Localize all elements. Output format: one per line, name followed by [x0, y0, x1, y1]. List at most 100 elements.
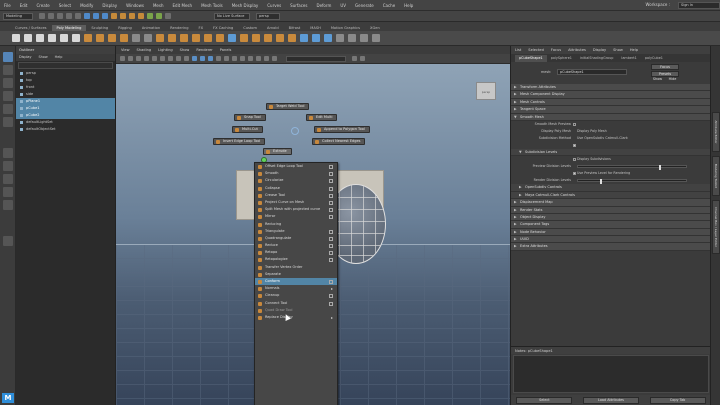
menu-item-replace-display[interactable]: Replace Display ▸	[255, 314, 337, 321]
menu-file[interactable]: File	[4, 3, 11, 8]
uv-editor-icon[interactable]	[300, 34, 308, 42]
ae-tab-polysphere1[interactable]: polySphere1	[547, 55, 576, 62]
option-box-icon[interactable]	[329, 229, 333, 234]
zoom-icon[interactable]	[3, 236, 13, 246]
ae-section-tangent-space[interactable]: ▶ Tangent Space	[511, 106, 710, 114]
menu-item-retopologize[interactable]: Retopologize	[255, 256, 337, 263]
mm-southwest[interactable]: Insert Edge Loop Tool	[213, 138, 266, 145]
menu-mesh-display[interactable]: Mesh Display	[232, 3, 259, 8]
poly-disc-icon[interactable]	[84, 34, 92, 42]
bevel-icon[interactable]	[216, 34, 224, 42]
poly-cylinder-icon[interactable]	[36, 34, 44, 42]
menu-display[interactable]: Display	[102, 3, 117, 8]
lasso-tool-icon[interactable]	[3, 65, 13, 75]
menu-edit[interactable]: Edit	[20, 3, 28, 8]
redo-icon[interactable]	[75, 13, 81, 19]
view-cube[interactable]: persp	[476, 82, 496, 100]
ae-section-opensubdiv-controls[interactable]: ▶ OpenSubdiv Controls	[511, 184, 710, 192]
outliner-item[interactable]: top	[16, 77, 115, 84]
separate-icon[interactable]	[144, 34, 152, 42]
select-object-icon[interactable]	[93, 13, 99, 19]
ae-section-subdivision-levels[interactable]: ▼ Subdivision Levels	[511, 148, 710, 157]
option-box-icon[interactable]	[329, 186, 333, 191]
menu-curves[interactable]: Curves	[267, 3, 281, 8]
ae-section-render-stats[interactable]: ▶ Render Stats	[511, 206, 710, 214]
move-tool-icon[interactable]	[3, 91, 13, 101]
ae-menu-show[interactable]: Show	[613, 48, 623, 52]
mm-north[interactable]: Target Weld Tool	[266, 103, 310, 110]
ae-checkbox[interactable]	[573, 172, 576, 176]
option-box-icon[interactable]	[329, 301, 333, 306]
anti-aliasing-icon[interactable]	[256, 56, 261, 61]
ae-checkbox[interactable]	[573, 122, 576, 126]
ae-section-displacement-map[interactable]: ▶ Displacement Map	[511, 199, 710, 207]
option-box-icon[interactable]	[329, 179, 333, 184]
option-box-icon[interactable]	[329, 244, 333, 249]
boolean-icon[interactable]	[168, 34, 176, 42]
ae-menu-focus[interactable]: Focus	[551, 48, 561, 52]
side-tab-modeling-toolkit[interactable]: Modeling Toolkit	[712, 156, 720, 196]
side-tab-attribute-editor[interactable]: Attribute Editor	[712, 112, 720, 152]
menu-item-crease-tool[interactable]: Crease Tool	[255, 192, 337, 199]
sign-in-field[interactable]: Sign In	[678, 1, 720, 9]
multi-cut-icon[interactable]	[228, 34, 236, 42]
shadows-icon[interactable]	[232, 56, 237, 61]
viewport-menu-shading[interactable]: Shading	[137, 48, 152, 52]
poly-cone-icon[interactable]	[48, 34, 56, 42]
mm-east[interactable]: Append to Polygon Tool	[314, 126, 370, 133]
poly-sphere-icon[interactable]	[12, 34, 20, 42]
show-button[interactable]: Show	[651, 77, 664, 83]
smooth-shade-icon[interactable]	[200, 56, 205, 61]
insert-edge-loop-icon[interactable]	[276, 34, 284, 42]
menu-item-offset-edge-loop-tool[interactable]: Offset Edge Loop Tool	[255, 163, 337, 170]
offset-edge-loop-icon[interactable]	[288, 34, 296, 42]
menu-cache[interactable]: Cache	[383, 3, 395, 8]
ae-menu-selected[interactable]: Selected	[528, 48, 544, 52]
outliner-item[interactable]: persp	[16, 70, 115, 77]
menu-deform[interactable]: Deform	[316, 3, 331, 8]
ae-checkbox[interactable]	[573, 143, 576, 147]
outliner-item[interactable]: defaultLightSet	[16, 119, 115, 126]
ae-select-button[interactable]: Select	[516, 396, 573, 404]
extrude-icon[interactable]	[192, 34, 200, 42]
perspective-viewport[interactable]: persp Target Weld Tool Snap Tool Edit Mu…	[116, 64, 510, 405]
viewport-menu-lighting[interactable]: Lighting	[158, 48, 173, 52]
outliner-search-input[interactable]	[18, 62, 113, 69]
menu-item-triangulate[interactable]: Triangulate	[255, 228, 337, 235]
resolution-gate-icon[interactable]	[184, 56, 189, 61]
option-box-icon[interactable]	[329, 294, 333, 299]
mirror-icon[interactable]	[180, 34, 188, 42]
ae-menu-help[interactable]: Help	[630, 48, 638, 52]
persp-graph-icon[interactable]	[3, 187, 13, 197]
menu-item-cleanup[interactable]: Cleanup	[255, 292, 337, 299]
menu-item-mirror[interactable]: Mirror	[255, 213, 337, 220]
delete-history-icon[interactable]	[348, 34, 356, 42]
mesh-name-field[interactable]: pCubeShape1	[557, 69, 627, 75]
menu-set-dropdown[interactable]: Modeling	[3, 12, 33, 20]
select-component-icon[interactable]	[102, 13, 108, 19]
center-pivot-icon[interactable]	[360, 34, 368, 42]
menu-select[interactable]: Select	[59, 3, 71, 8]
option-box-icon[interactable]	[329, 193, 333, 198]
motion-blur-icon[interactable]	[248, 56, 253, 61]
option-box-icon[interactable]	[329, 236, 333, 241]
ae-section-smooth-mesh[interactable]: ▼ Smooth Mesh	[511, 113, 710, 121]
mm-northeast[interactable]: Edit Multi	[306, 114, 338, 121]
ipr-render-icon[interactable]	[156, 13, 162, 19]
menu-item-reducing[interactable]: Reducing	[255, 221, 337, 228]
option-box-icon[interactable]	[329, 200, 333, 205]
rotate-tool-icon[interactable]	[3, 104, 13, 114]
ae-menu-attributes[interactable]: Attributes	[568, 48, 586, 52]
quad-draw-icon[interactable]	[264, 34, 272, 42]
wireframe-icon[interactable]	[192, 56, 197, 61]
ae-attr-value[interactable]: Display Poly Mesh	[577, 128, 607, 135]
menu-item-transfer-vertex-order[interactable]: Transfer Vertex Order	[255, 264, 337, 271]
option-box-icon[interactable]	[329, 280, 333, 284]
ae-load-attributes-button[interactable]: Load Attributes	[582, 396, 639, 404]
outliner-menu-show[interactable]: Show	[39, 54, 48, 61]
option-box-icon[interactable]	[329, 208, 333, 213]
select-tool-icon[interactable]	[3, 52, 13, 62]
menu-help[interactable]: Help	[404, 3, 413, 8]
ae-menu-display[interactable]: Display	[593, 48, 606, 52]
viewport-camera-field[interactable]	[286, 55, 346, 62]
